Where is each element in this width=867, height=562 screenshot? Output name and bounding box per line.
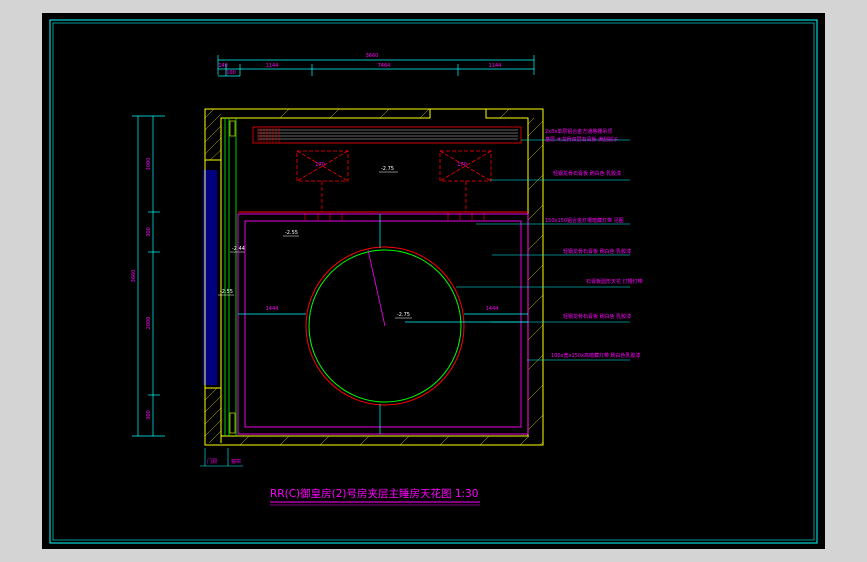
diffuser-right: [439, 150, 492, 212]
bottom-label-curtain: 窗帘: [231, 458, 241, 465]
ceiling-plan-drawing: 3660 140 1144 7464 1144 100 3660 1000 30…: [49, 19, 818, 544]
cad-viewport: 3660 140 1144 7464 1144 100 3660 1000 30…: [0, 0, 867, 562]
level-left-c: -2.55: [220, 289, 233, 295]
annotation-4: 150x150铝合金灯槽暗藏灯带 见图: [545, 217, 624, 224]
inner-frame: [52, 22, 815, 541]
grille-lines: [258, 129, 518, 140]
dim-top-seg-1: 140: [218, 63, 228, 69]
diffuser-left-label: 170: [315, 162, 325, 168]
radius-line: [367, 249, 386, 327]
annotation-5: 轻钢龙骨石膏板 刷白色 乳胶漆: [563, 248, 631, 255]
drawing-title: RR(C)御皇房(2)号房夹层主睡房天花图 1:30: [270, 487, 478, 500]
bottom-label-door: 门洞: [207, 458, 217, 465]
curtain-box-bottom: [229, 412, 236, 434]
level-center: -2.75: [397, 312, 410, 318]
dim-top-overall: 3660: [366, 53, 379, 59]
diffuser-right-label: 170: [457, 162, 467, 168]
curtain: [203, 170, 217, 385]
curtain-box-top: [229, 120, 236, 137]
cad-drawing-canvas[interactable]: 3660 140 1144 7464 1144 100 3660 1000 30…: [42, 13, 825, 549]
dim-left-seg-4: 300: [146, 410, 152, 420]
annotation-1: 2x8x单层铝合金方通格栅吊顶: [545, 128, 612, 135]
level-left-b: -2.44: [232, 246, 245, 252]
dim-left-seg-2: 300: [146, 227, 152, 237]
dim-top-small: 100: [226, 70, 236, 76]
dim-top-seg-4: 1144: [489, 63, 502, 69]
linear-grille: [252, 126, 522, 144]
annotation-2: 基层 木龙骨双层石膏板 满刮腻子: [545, 136, 618, 143]
curtain-track: [224, 118, 237, 436]
level-upper: -2.75: [381, 166, 394, 172]
dim-left-overall: 3660: [131, 270, 137, 283]
level-left-a: -2.55: [285, 230, 298, 236]
outer-frame: [49, 19, 818, 544]
dim-top-seg-3: 7464: [378, 63, 391, 69]
dim-inner-right: 1444: [486, 306, 499, 312]
dim-left-seg-1: 1000: [146, 158, 152, 171]
annotation-7: 轻钢龙骨石膏板 刷白色 乳胶漆: [563, 313, 631, 320]
dim-inner-left: 1444: [266, 306, 279, 312]
dim-left-seg-3: 2000: [146, 317, 152, 330]
dim-top-seg-2: 1144: [266, 63, 279, 69]
annotation-6: 石膏板圆形天花 灯槽灯带: [586, 278, 643, 285]
diffuser-left: [296, 150, 349, 212]
annotation-3: 轻钢龙骨石膏板 刷白色 乳胶漆: [553, 170, 621, 177]
annotation-8: 100x宽x150x高暗藏灯带 刷白色乳胶漆: [551, 352, 641, 359]
